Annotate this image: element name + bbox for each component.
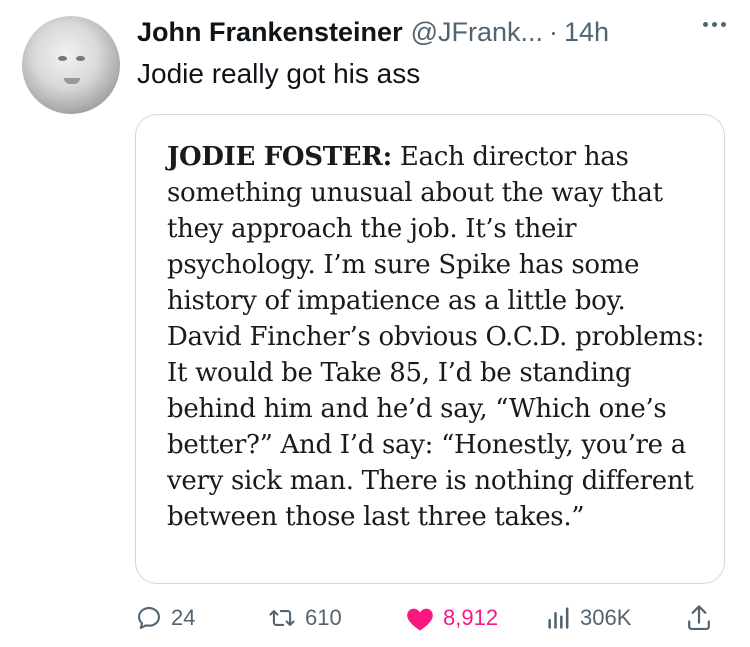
views-button[interactable]: 306K xyxy=(546,598,631,638)
avatar-eye xyxy=(58,56,67,61)
heart-icon xyxy=(405,604,435,632)
like-count: 8,912 xyxy=(443,605,499,630)
avatar-eye xyxy=(76,56,85,61)
share-button[interactable] xyxy=(685,598,713,638)
retweet-icon xyxy=(267,604,297,632)
retweet-count: 610 xyxy=(305,605,342,630)
tweet-text: Jodie really got his ass xyxy=(137,58,421,89)
retweet-button[interactable]: 610 xyxy=(267,598,342,638)
avatar-mouth xyxy=(64,78,80,84)
reply-bubble-icon xyxy=(135,604,163,632)
tweet-media-image[interactable]: JODIE FOSTER: Each director has somethin… xyxy=(135,114,725,584)
like-button[interactable]: 8,912 xyxy=(405,598,498,638)
avatar[interactable] xyxy=(22,16,120,114)
author-handle[interactable]: @JFrank... xyxy=(411,17,543,48)
views-bars-icon xyxy=(546,604,572,632)
separator-dot: · xyxy=(549,16,559,47)
more-dots-icon[interactable] xyxy=(703,22,726,27)
tweet-header: John Frankensteiner @JFrank... · 14h xyxy=(137,12,730,52)
reply-count: 24 xyxy=(171,605,196,630)
quote-text: JODIE FOSTER: Each director has somethin… xyxy=(167,139,707,535)
tweet-actions-bar: 24 610 8,912 306K xyxy=(135,598,727,638)
quote-speaker: JODIE FOSTER: xyxy=(167,142,392,172)
tweet-timestamp[interactable]: 14h xyxy=(564,17,609,48)
reply-button[interactable]: 24 xyxy=(135,598,195,638)
author-name[interactable]: John Frankensteiner xyxy=(137,17,403,48)
share-upload-icon xyxy=(685,603,713,633)
views-count: 306K xyxy=(580,605,632,630)
quote-body: Each director has something unusual abou… xyxy=(167,142,705,532)
